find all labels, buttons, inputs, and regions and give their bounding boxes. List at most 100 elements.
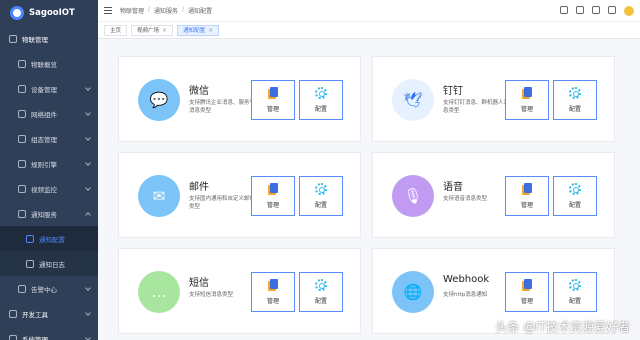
chevron-icon bbox=[85, 285, 91, 291]
manage-button[interactable]: 管理 bbox=[251, 80, 295, 120]
menu-toggle-icon[interactable] bbox=[104, 7, 112, 14]
sidebar-item[interactable]: 通知配置 bbox=[0, 226, 98, 251]
tab-notify-config[interactable]: 通知配置 × bbox=[177, 24, 220, 36]
channel-description: 支持腾讯企业消息、服务号消息类型 bbox=[189, 100, 256, 114]
sidebar-item[interactable]: 开发工具 bbox=[0, 301, 98, 326]
breadcrumb-item-current: 通知配置 bbox=[188, 8, 213, 15]
sidebar-item[interactable]: 网络组件 bbox=[0, 101, 98, 126]
close-icon[interactable]: × bbox=[208, 27, 213, 34]
sidebar-item[interactable]: 规则引擎 bbox=[0, 151, 98, 176]
channel-title: 邮件 bbox=[189, 182, 209, 193]
manage-button[interactable]: 管理 bbox=[251, 272, 295, 312]
bell-icon[interactable] bbox=[592, 6, 600, 14]
gear-icon bbox=[569, 87, 581, 99]
video-icon bbox=[18, 184, 26, 193]
breadcrumb-item[interactable]: 通知服务 bbox=[154, 6, 178, 15]
shirt-icon[interactable] bbox=[576, 6, 584, 14]
config-button[interactable]: 配置 bbox=[553, 176, 597, 216]
channel-description: 支持短信消息类型 bbox=[189, 292, 234, 298]
config-button[interactable]: 配置 bbox=[299, 176, 343, 216]
chevron-icon bbox=[85, 160, 91, 166]
sidebar-item-label: 网络组件 bbox=[31, 110, 57, 119]
cloud-icon bbox=[9, 34, 17, 43]
chevron-icon bbox=[85, 135, 91, 141]
sidebar-item[interactable]: 通知日志 bbox=[0, 251, 98, 276]
theme-icon[interactable] bbox=[560, 6, 568, 14]
sidebar-item[interactable]: 组态管理 bbox=[0, 126, 98, 151]
tab-video-square[interactable]: 视频广场 × bbox=[131, 24, 174, 36]
sidebar-item-label: 规则引擎 bbox=[31, 160, 57, 169]
sms-icon: … bbox=[138, 271, 180, 313]
sidebar: SagooIOT 物联管理物联概览 设备管理网络组件组态管理规则引擎视频监控 通知服… bbox=[0, 0, 98, 340]
channel-description: 支持国内通用和自定义邮件类型 bbox=[189, 196, 256, 210]
channel-glyph: ✉ bbox=[152, 186, 166, 205]
config-button[interactable]: 配置 bbox=[299, 80, 343, 120]
avatar[interactable] bbox=[624, 6, 634, 16]
manage-button[interactable]: 管理 bbox=[505, 176, 549, 216]
header-actions bbox=[560, 6, 634, 16]
app-logo[interactable]: SagooIOT bbox=[0, 0, 98, 26]
gear-icon bbox=[315, 183, 327, 195]
sidebar-nav: 物联管理物联概览 设备管理网络组件组态管理规则引擎视频监控 通知服务 通知配置通知日志… bbox=[0, 26, 98, 340]
app-name: SagooIOT bbox=[29, 8, 75, 18]
device-icon bbox=[18, 84, 26, 93]
gear-icon bbox=[315, 87, 327, 99]
breadcrumb: 物联管理 / 通知服务 / 通知配置 bbox=[120, 6, 212, 15]
channel-title: Webhook bbox=[443, 274, 490, 285]
button-label: 管理 bbox=[266, 202, 279, 209]
sidebar-item[interactable]: 告警中心 bbox=[0, 276, 98, 301]
sidebar-item-label: 告警中心 bbox=[31, 285, 57, 294]
microphone-icon: 🎙 bbox=[392, 175, 434, 217]
chevron-icon bbox=[85, 110, 91, 116]
wechat-icon: 💬 bbox=[138, 79, 180, 121]
chevron-icon bbox=[85, 310, 91, 316]
breadcrumb-separator: / bbox=[148, 6, 151, 13]
manage-button[interactable]: 管理 bbox=[251, 176, 295, 216]
gear-icon bbox=[569, 183, 581, 195]
notify-icon bbox=[18, 209, 26, 218]
button-label: 管理 bbox=[520, 202, 533, 209]
button-label: 管理 bbox=[520, 298, 533, 305]
close-icon[interactable]: × bbox=[162, 27, 167, 34]
config-button[interactable]: 配置 bbox=[553, 272, 597, 312]
config-icon bbox=[26, 234, 34, 243]
tab-label: 通知配置 bbox=[183, 28, 206, 34]
breadcrumb-item[interactable]: 物联管理 bbox=[120, 6, 144, 15]
channel-title: 钉钉 bbox=[443, 86, 463, 97]
fullscreen-icon[interactable] bbox=[608, 6, 616, 14]
rule-icon bbox=[18, 159, 26, 168]
sidebar-item-label: 组态管理 bbox=[31, 135, 57, 144]
sidebar-item[interactable]: 物联管理 bbox=[0, 26, 98, 51]
manage-button[interactable]: 管理 bbox=[505, 80, 549, 120]
button-label: 配置 bbox=[568, 106, 581, 113]
dashboard-icon bbox=[18, 59, 26, 68]
manage-button[interactable]: 管理 bbox=[505, 272, 549, 312]
channel-title: 语音 bbox=[443, 182, 463, 193]
channel-card: 🎙 语音 支持语音消息类型 管理 配置 bbox=[372, 152, 615, 238]
logo-icon bbox=[10, 6, 24, 20]
sidebar-item[interactable]: 通知服务 bbox=[0, 201, 98, 226]
channel-card: … 短信支持短信消息类型 管理 配置 bbox=[118, 248, 361, 334]
channel-card: ✉ 邮件支持国内通用和自定义邮件类型 管理 配置 bbox=[118, 152, 361, 238]
channel-title: 短信 bbox=[189, 278, 209, 289]
config-button[interactable]: 配置 bbox=[299, 272, 343, 312]
sidebar-item-label: 通知日志 bbox=[39, 260, 65, 269]
sidebar-item[interactable]: 系统管理 bbox=[0, 326, 98, 340]
channel-card: 💬 微信 支持腾讯企业消息、服务号消息类型 管理 配置 bbox=[118, 56, 361, 142]
globe-icon: 🌐 bbox=[392, 271, 434, 313]
sidebar-item[interactable]: 物联概览 bbox=[0, 51, 98, 76]
channel-grid: 💬 微信 支持腾讯企业消息、服务号消息类型 管理 配置 🕊 钉钉 支持钉钉消息、群机器人消息类… bbox=[118, 56, 630, 334]
document-icon bbox=[268, 183, 278, 195]
tool-icon bbox=[9, 309, 17, 318]
button-label: 配置 bbox=[568, 298, 581, 305]
channel-glyph: … bbox=[151, 282, 167, 301]
button-label: 配置 bbox=[568, 202, 581, 209]
button-label: 配置 bbox=[314, 106, 327, 113]
sidebar-item[interactable]: 设备管理 bbox=[0, 76, 98, 101]
log-icon bbox=[26, 259, 34, 268]
tab-home[interactable]: 主页 bbox=[104, 24, 128, 36]
sidebar-item-label: 开发工具 bbox=[22, 310, 48, 319]
sidebar-item[interactable]: 视频监控 bbox=[0, 176, 98, 201]
sidebar-item-label: 物联管理 bbox=[22, 35, 48, 44]
config-button[interactable]: 配置 bbox=[553, 80, 597, 120]
